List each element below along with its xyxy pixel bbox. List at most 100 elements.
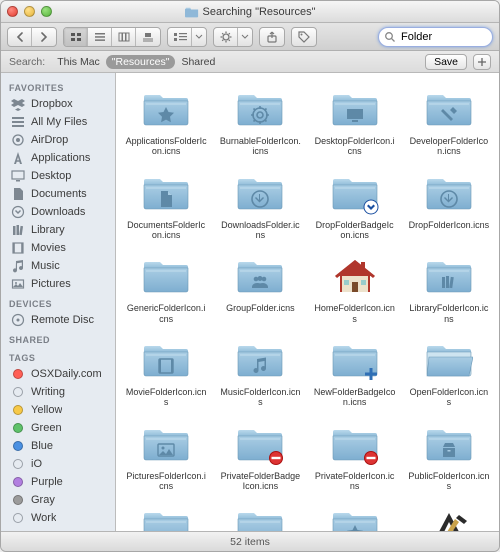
file-item[interactable]: DeveloperFolderIcon.icns xyxy=(403,81,495,161)
file-name: OpenFolderIcon.icns xyxy=(408,387,490,408)
file-name: NewFolderBadgeIcon.icns xyxy=(314,387,396,408)
sidebar-item[interactable]: Downloads xyxy=(1,203,115,221)
sidebar-icon xyxy=(11,205,25,219)
file-name: PublicFolderIcon.icns xyxy=(408,471,490,492)
scope-option[interactable]: This Mac xyxy=(51,55,106,69)
sidebar[interactable]: FAVORITESDropboxAll My FilesAirDropAppli… xyxy=(1,73,116,531)
sidebar-item[interactable]: Blue xyxy=(1,437,115,455)
add-rule-button[interactable] xyxy=(473,54,491,70)
window-title: Searching "Resources" xyxy=(203,6,316,18)
sidebar-item[interactable]: Applications xyxy=(1,149,115,167)
file-name: GenericFolderIcon.icns xyxy=(125,303,207,324)
file-icon xyxy=(421,503,477,531)
view-list-button[interactable] xyxy=(88,27,112,47)
action-button[interactable] xyxy=(214,27,238,47)
file-item[interactable]: MovieFolderIcon.icns xyxy=(120,332,212,412)
forward-button[interactable] xyxy=(32,27,56,47)
sidebar-item[interactable]: Music xyxy=(1,257,115,275)
file-item[interactable]: ReadOnlyFolderIcon.icns xyxy=(214,499,306,531)
search-field-wrap xyxy=(378,27,493,47)
sidebar-item[interactable]: Purple xyxy=(1,473,115,491)
tag-icon xyxy=(11,403,25,417)
sidebar-item[interactable]: Green xyxy=(1,419,115,437)
zoom-button[interactable] xyxy=(41,6,52,17)
arrange-button[interactable] xyxy=(168,27,192,47)
file-icon xyxy=(138,420,194,468)
scope-option[interactable]: "Resources" xyxy=(106,55,176,69)
file-name: DeveloperFolderIcon.icns xyxy=(408,136,490,157)
sidebar-item[interactable]: Movies xyxy=(1,239,115,257)
save-search-button[interactable]: Save xyxy=(425,54,467,70)
file-item[interactable]: SidebarApplicationsFolder.icns xyxy=(403,499,495,531)
file-item[interactable]: ServerApplicationsFolderIcon.icns xyxy=(309,499,401,531)
sidebar-item[interactable]: Documents xyxy=(1,185,115,203)
close-button[interactable] xyxy=(7,6,18,17)
file-icon xyxy=(327,85,383,133)
tag-icon xyxy=(11,421,25,435)
file-icon xyxy=(327,420,383,468)
share-menu[interactable] xyxy=(259,27,285,47)
sidebar-item[interactable]: Writing xyxy=(1,383,115,401)
file-item[interactable]: DesktopFolderIcon.icns xyxy=(309,81,401,161)
file-item[interactable]: NewFolderBadgeIcon.icns xyxy=(309,332,401,412)
sidebar-item[interactable]: Gray xyxy=(1,491,115,509)
file-icon xyxy=(421,85,477,133)
action-dropdown[interactable] xyxy=(238,27,252,47)
file-icon xyxy=(421,169,477,217)
sidebar-item-label: Purple xyxy=(31,476,63,488)
sidebar-item[interactable]: All My Files xyxy=(1,113,115,131)
tags-button[interactable] xyxy=(292,27,316,47)
view-columns-button[interactable] xyxy=(112,27,136,47)
sidebar-item[interactable]: Remote Disc xyxy=(1,311,115,329)
sidebar-item[interactable]: AirDrop xyxy=(1,131,115,149)
view-icons-button[interactable] xyxy=(64,27,88,47)
file-item[interactable]: MusicFolderIcon.icns xyxy=(214,332,306,412)
file-name: DropFolderBadgeIcon.icns xyxy=(314,220,396,241)
sidebar-item[interactable]: Dropbox xyxy=(1,95,115,113)
file-name: PrivateFolderIcon.icns xyxy=(314,471,396,492)
file-icon xyxy=(138,85,194,133)
sidebar-item-label: Library xyxy=(31,224,65,236)
sidebar-item[interactable]: Work xyxy=(1,509,115,527)
file-item[interactable]: BurnableFolderIcon.icns xyxy=(214,81,306,161)
file-item[interactable]: PrivateFolderIcon.icns xyxy=(309,416,401,496)
file-item[interactable]: DropFolderBadgeIcon.icns xyxy=(309,165,401,245)
file-item[interactable]: ApplicationsFolderIcon.icns xyxy=(120,81,212,161)
sidebar-item[interactable]: Library xyxy=(1,221,115,239)
file-item[interactable]: DocumentsFolderIcon.icns xyxy=(120,165,212,245)
sidebar-item[interactable]: OSXDaily.com xyxy=(1,365,115,383)
sidebar-item-label: Remote Disc xyxy=(31,314,94,326)
file-name: DocumentsFolderIcon.icns xyxy=(125,220,207,241)
file-item[interactable]: LibraryFolderIcon.icns xyxy=(403,248,495,328)
sidebar-item-label: Downloads xyxy=(31,206,85,218)
file-item[interactable]: PublicFolderIcon.icns xyxy=(403,416,495,496)
tags-menu[interactable] xyxy=(291,27,317,47)
scope-option[interactable]: Shared xyxy=(175,55,221,69)
file-item[interactable]: DownloadsFolder.icns xyxy=(214,165,306,245)
action-menu[interactable] xyxy=(213,27,253,47)
sidebar-item[interactable]: iO xyxy=(1,455,115,473)
sidebar-item-label: Applications xyxy=(31,152,90,164)
content-area[interactable]: ApplicationsFolderIcon.icnsBurnableFolde… xyxy=(116,73,499,531)
sidebar-item[interactable]: Pictures xyxy=(1,275,115,293)
file-item[interactable]: DropFolderIcon.icns xyxy=(403,165,495,245)
file-item[interactable]: OpenFolderIcon.icns xyxy=(403,332,495,412)
file-item[interactable]: GroupFolder.icns xyxy=(214,248,306,328)
file-item[interactable]: ReadOnlyFolderBadgeIcon.icns xyxy=(120,499,212,531)
file-item[interactable]: PicturesFolderIcon.icns xyxy=(120,416,212,496)
file-item[interactable]: PrivateFolderBadgeIcon.icns xyxy=(214,416,306,496)
sidebar-item[interactable]: Desktop xyxy=(1,167,115,185)
file-icon xyxy=(327,336,383,384)
arrange-menu[interactable] xyxy=(167,27,207,47)
view-coverflow-button[interactable] xyxy=(136,27,160,47)
file-item[interactable]: GenericFolderIcon.icns xyxy=(120,248,212,328)
title-folder-icon xyxy=(185,6,199,18)
sidebar-item[interactable]: Yellow xyxy=(1,401,115,419)
file-icon xyxy=(421,420,477,468)
file-item[interactable]: HomeFolderIcon.icns xyxy=(309,248,401,328)
minimize-button[interactable] xyxy=(24,6,35,17)
sidebar-section-header: DEVICES xyxy=(1,293,115,311)
arrange-dropdown[interactable] xyxy=(192,27,206,47)
share-button[interactable] xyxy=(260,27,284,47)
back-button[interactable] xyxy=(8,27,32,47)
